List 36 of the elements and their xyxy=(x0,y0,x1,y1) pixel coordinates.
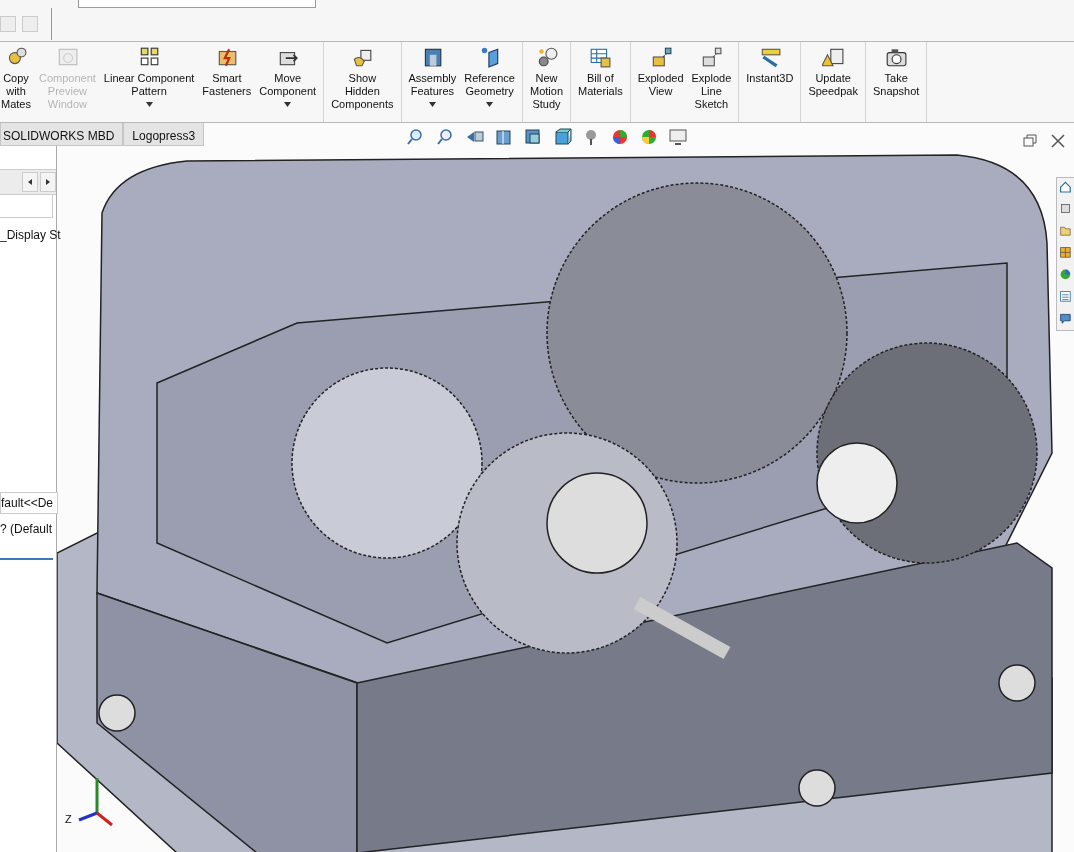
mounting-hole xyxy=(98,694,136,732)
toolbar-button[interactable]: Bill of Materials xyxy=(574,42,627,122)
tab[interactable]: Logopress3 xyxy=(123,123,205,146)
mounting-hole xyxy=(798,769,836,807)
table-icon[interactable] xyxy=(589,46,612,68)
exploded-parts-icon[interactable] xyxy=(700,46,723,68)
monitor-icon[interactable] xyxy=(668,127,688,147)
tab[interactable]: SOLIDWORKS MBD xyxy=(0,123,124,146)
color-sphere-icon[interactable] xyxy=(639,127,659,147)
axis-triad-icon xyxy=(78,778,113,827)
toolbar-button[interactable]: Smart Fasteners xyxy=(198,42,256,122)
tree-item[interactable]: ? (Default xyxy=(0,522,53,536)
camera-icon[interactable] xyxy=(885,46,908,68)
axis-label: Z xyxy=(65,813,72,825)
toolbar-button[interactable]: Exploded View xyxy=(633,42,688,122)
tree-item[interactable]: fault<<De xyxy=(0,492,59,514)
toolbar-button[interactable]: Show Hidden Components xyxy=(327,42,398,122)
section-cube-icon[interactable] xyxy=(494,127,514,147)
toolbar-button[interactable]: Copy with Mates xyxy=(0,42,35,122)
toolbar-button[interactable]: Linear Component Pattern xyxy=(99,42,199,122)
toolbar-button[interactable]: Instant3D xyxy=(742,42,798,122)
tree-item[interactable]: _Display St xyxy=(0,228,61,242)
mounting-hole xyxy=(998,664,1036,702)
toolbar-button[interactable]: Move Component xyxy=(255,42,321,122)
toolbar-button[interactable]: Update Speedpak xyxy=(804,42,862,122)
house-icon[interactable] xyxy=(1059,180,1074,196)
toolbar-button[interactable]: Reference Geometry xyxy=(460,42,519,122)
filter-field[interactable] xyxy=(0,195,53,218)
cube-icon[interactable] xyxy=(552,127,572,147)
toolbar-button[interactable]: Assembly Features xyxy=(404,42,461,122)
toolbar-button[interactable]: Explode Line Sketch xyxy=(687,42,736,122)
grid-icon[interactable] xyxy=(138,46,161,68)
cube-icon[interactable] xyxy=(523,127,543,147)
toolbar-button[interactable]: New Motion Study xyxy=(526,42,567,122)
color-sphere-icon[interactable] xyxy=(610,127,630,147)
toolbar-button[interactable]: Take Snapshot xyxy=(868,42,924,122)
